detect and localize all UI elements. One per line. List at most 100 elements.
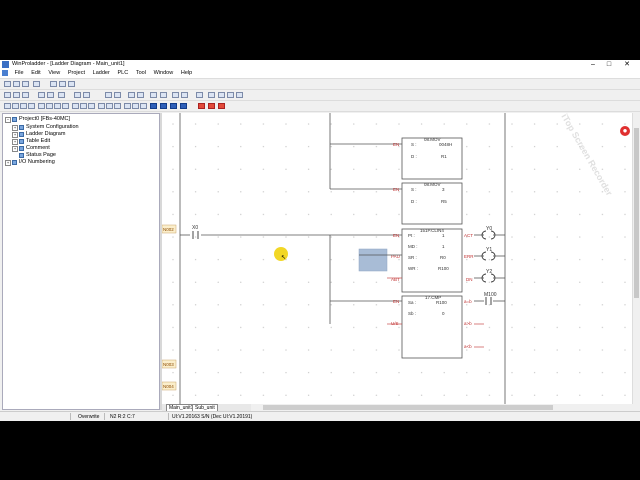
status-separator (104, 413, 105, 420)
window-icon[interactable] (181, 92, 188, 98)
set-coil-icon[interactable] (54, 103, 61, 109)
rising-contact-icon[interactable] (20, 103, 27, 109)
zoom-in-icon[interactable] (74, 92, 81, 98)
cut-icon[interactable] (4, 92, 11, 98)
grid-icon[interactable] (208, 92, 215, 98)
tree-root[interactable]: Project0 [FBs-40MC] (19, 116, 70, 122)
coil-icon[interactable] (38, 103, 45, 109)
maximize-button[interactable]: □ (602, 60, 616, 69)
new-icon[interactable] (4, 81, 11, 87)
expand-icon[interactable]: + (12, 125, 18, 131)
tree-item-status-page[interactable]: Status Page (26, 152, 56, 158)
counter-icon[interactable] (106, 103, 113, 109)
offline-icon[interactable] (114, 92, 121, 98)
svg-text:R5: R5 (441, 199, 447, 204)
record-icon: ● (620, 126, 630, 136)
save-icon[interactable] (22, 81, 29, 87)
falling-contact-icon[interactable] (28, 103, 35, 109)
open-icon[interactable] (13, 81, 20, 87)
ladder-table-icon[interactable] (170, 103, 177, 109)
vertical-line-icon[interactable] (80, 103, 87, 109)
svg-text:D :: D : (411, 154, 417, 159)
tree-item-ladder-diagram[interactable]: Ladder Diagram (26, 131, 65, 137)
ladder-grid-icon[interactable] (160, 103, 167, 109)
expand-icon[interactable]: + (12, 146, 18, 152)
status-icon[interactable] (150, 92, 157, 98)
function-block-icon[interactable] (38, 92, 45, 98)
menu-project[interactable]: Project (65, 69, 88, 78)
ladder-split-icon[interactable] (180, 103, 187, 109)
fun-block-icon[interactable] (150, 103, 157, 109)
folder-icon (19, 125, 24, 130)
minimize-button[interactable]: – (586, 60, 600, 69)
menu-view[interactable]: View (45, 69, 63, 78)
reset-coil-icon[interactable] (62, 103, 69, 109)
insert-column-icon[interactable] (124, 103, 131, 109)
tree-item-io-numbering[interactable]: I/O Numbering (19, 159, 55, 165)
find-icon[interactable] (58, 92, 65, 98)
delete-column-icon[interactable] (140, 103, 147, 109)
function-block-cmp[interactable]: 17.CMP Sa : R100 Sb : 0 EN U/S a=b a>b a… (391, 295, 472, 359)
stop-icon[interactable] (59, 81, 66, 87)
menu-help[interactable]: Help (178, 69, 195, 78)
rung-label[interactable]: N002 (162, 224, 177, 234)
online-icon[interactable] (105, 92, 112, 98)
delete-x-icon[interactable] (198, 103, 205, 109)
selected-cell[interactable] (358, 248, 388, 272)
menu-ladder[interactable]: Ladder (90, 69, 113, 78)
print-icon[interactable] (33, 81, 40, 87)
mouse-pointer-icon: ↖ (281, 255, 286, 261)
hscroll-thumb[interactable] (263, 405, 553, 410)
tree-item-comment[interactable]: Comment (26, 145, 50, 151)
setting-icon[interactable] (172, 92, 179, 98)
comment-icon[interactable] (227, 92, 234, 98)
expand-icon[interactable]: + (12, 139, 18, 145)
monitor-icon[interactable] (68, 81, 75, 87)
menu-file[interactable]: File (12, 69, 27, 78)
tree-item-system-configuration[interactable]: System Configuration (26, 124, 79, 130)
expand-icon[interactable]: + (12, 132, 18, 138)
function-block-clin4[interactable]: 151P.CLIN4 Pt : 1 MD : 1 SR : R0 WR : R1… (391, 228, 474, 293)
delete-line-icon[interactable] (88, 103, 95, 109)
delete-row-icon[interactable] (132, 103, 139, 109)
function-block-mov-1[interactable]: 08.MOV S : 0048H D : R1 EN (393, 137, 463, 180)
svg-text:Y1: Y1 (486, 247, 492, 253)
close-button[interactable]: ✕ (620, 60, 634, 69)
monitor-table-icon[interactable] (236, 92, 243, 98)
horizontal-line-icon[interactable] (72, 103, 79, 109)
menu-tool[interactable]: Tool (133, 69, 149, 78)
copy-icon[interactable] (13, 92, 20, 98)
scroll-thumb[interactable] (634, 128, 639, 298)
tree-item-table-edit[interactable]: Table Edit (26, 138, 50, 144)
status-position: N2 R:2 C:7 (110, 414, 135, 420)
paste-icon[interactable] (22, 92, 29, 98)
function-block-dropdown-icon[interactable] (47, 92, 54, 98)
expand-icon[interactable]: + (5, 160, 11, 166)
ladder-view-icon[interactable] (218, 92, 225, 98)
delete-network-icon[interactable] (208, 103, 215, 109)
inverse-coil-icon[interactable] (46, 103, 53, 109)
timer-icon[interactable] (98, 103, 105, 109)
rung-label[interactable]: N003 (162, 359, 177, 369)
zoom-out-icon[interactable] (83, 92, 90, 98)
menu-plc[interactable]: PLC (114, 69, 131, 78)
compile-icon[interactable] (128, 92, 135, 98)
menu-edit[interactable]: Edit (28, 69, 43, 78)
check-icon[interactable] (137, 92, 144, 98)
run-icon[interactable] (50, 81, 57, 87)
function-block-mov-2[interactable]: 08.MOV S : 3 D : R5 EN (393, 182, 463, 225)
no-contact-icon[interactable] (4, 103, 11, 109)
vertical-scrollbar[interactable] (632, 113, 640, 404)
io-icon[interactable] (196, 92, 203, 98)
svg-text:a>b: a>b (464, 321, 472, 326)
horizontal-scrollbar[interactable] (251, 404, 632, 411)
menu-window[interactable]: Window (151, 69, 177, 78)
nc-contact-icon[interactable] (12, 103, 19, 109)
delete-all-icon[interactable] (218, 103, 225, 109)
svg-text:D :: D : (411, 199, 417, 204)
rung-label[interactable]: N004 (162, 381, 177, 391)
insert-row-icon[interactable] (114, 103, 121, 109)
table-icon[interactable] (160, 92, 167, 98)
collapse-icon[interactable]: − (5, 117, 11, 123)
ladder-editor[interactable]: N002 N003 N004 X0 ↖ 08.MOV S: 0048H D:… (162, 113, 632, 404)
